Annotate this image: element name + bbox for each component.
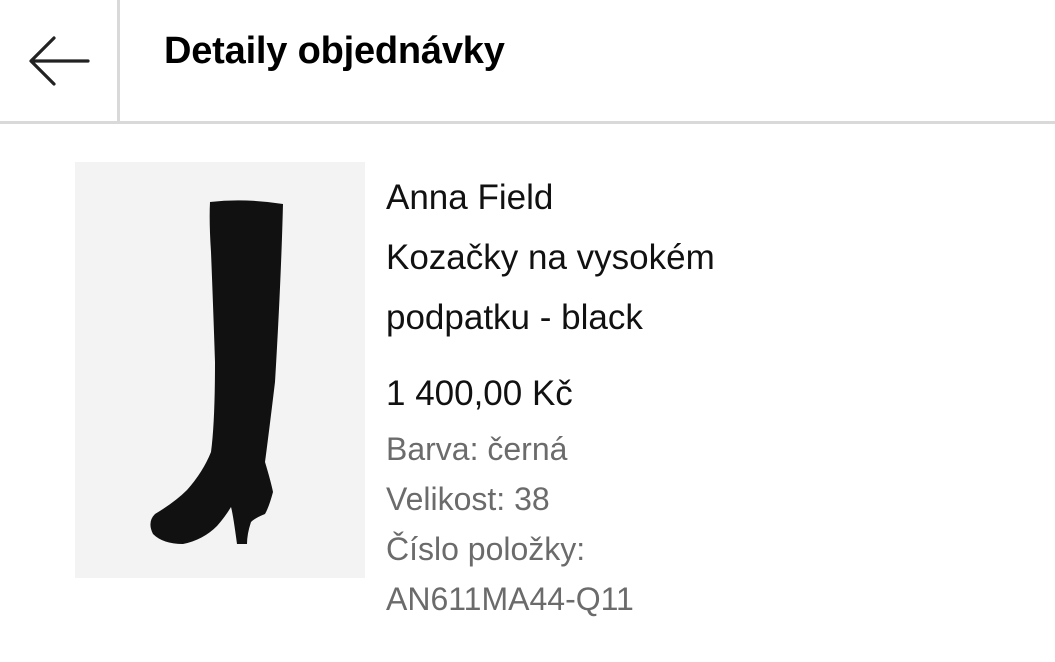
product-color: Barva: černá <box>386 431 568 467</box>
top-bar: Detaily objednávky <box>0 0 1055 124</box>
product-price: 1 400,00 Kč <box>386 374 573 413</box>
product-image[interactable] <box>75 162 365 578</box>
arrow-left-icon <box>28 35 90 86</box>
boot-image <box>150 200 283 544</box>
product-brand: Anna Field <box>386 178 554 217</box>
item-number-label: Číslo položky: <box>386 531 586 567</box>
product-name: Kozačky na vysokém podpatku - black <box>386 238 715 337</box>
page-title: Detaily objednávky <box>164 30 505 72</box>
back-button[interactable] <box>0 0 120 121</box>
product-info: Anna Field Kozačky na vysokém podpatku -… <box>386 168 1026 624</box>
item-number: AN611MA44-Q11 <box>386 581 634 617</box>
product-size: Velikost: 38 <box>386 481 550 517</box>
